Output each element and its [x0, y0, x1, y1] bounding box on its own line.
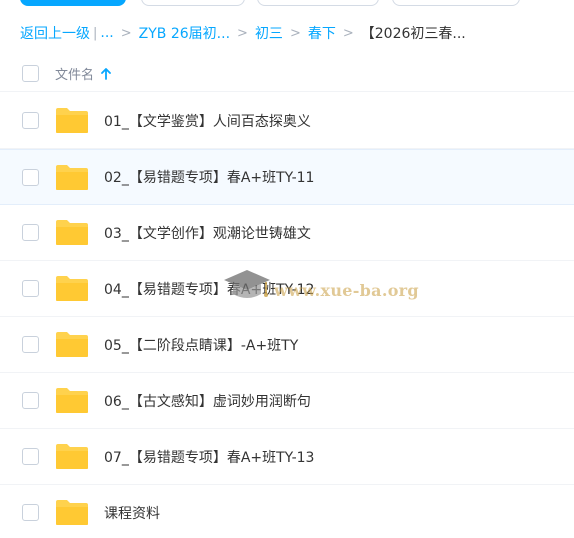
file-name[interactable]: 07_【易错题专项】春A+班TY-13: [104, 447, 314, 467]
breadcrumb-separator: >: [289, 25, 301, 41]
row-checkbox[interactable]: [22, 112, 39, 129]
file-name[interactable]: 05_【二阶段点睛课】-A+班TY: [104, 335, 298, 355]
file-list-header: 文件名: [0, 56, 574, 92]
folder-icon: [56, 108, 88, 133]
folder-icon: [56, 332, 88, 357]
toolbar: [0, 0, 574, 8]
row-checkbox[interactable]: [22, 280, 39, 297]
file-name[interactable]: 02_【易错题专项】春A+班TY-11: [104, 167, 314, 187]
folder-icon: [56, 444, 88, 469]
row-checkbox[interactable]: [22, 504, 39, 521]
folder-icon: [56, 276, 88, 301]
list-item[interactable]: 06_【古文感知】虚词妙用润断句: [0, 373, 574, 429]
file-list: 01_【文学鉴赏】人间百态探奥义 02_【易错题专项】春A+班TY-11 03_…: [0, 93, 574, 538]
folder-icon: [56, 500, 88, 525]
list-item[interactable]: 04_【易错题专项】春A+班TY-12: [0, 261, 574, 317]
breadcrumb-separator: >: [237, 25, 248, 41]
list-item[interactable]: 03_【文学创作】观潮论世铸雄文: [0, 205, 574, 261]
breadcrumb-ellipsis[interactable]: ...: [100, 25, 113, 41]
folder-icon: [56, 164, 88, 190]
breadcrumb: 返回上一级 | ... > ZYB 26届初... > 初三 > 春下 > 【2…: [20, 22, 466, 44]
row-checkbox[interactable]: [22, 448, 39, 465]
list-item[interactable]: 05_【二阶段点睛课】-A+班TY: [0, 317, 574, 373]
toolbar-button-2[interactable]: [141, 0, 245, 6]
file-name[interactable]: 01_【文学鉴赏】人间百态探奥义: [104, 111, 311, 131]
breadcrumb-separator: >: [342, 25, 354, 41]
file-name[interactable]: 课程资料: [104, 503, 160, 523]
breadcrumb-item[interactable]: ZYB 26届初...: [139, 23, 230, 43]
primary-toolbar-button[interactable]: [20, 0, 126, 6]
sort-ascending-icon: [101, 67, 111, 80]
row-checkbox[interactable]: [22, 336, 39, 353]
list-item[interactable]: 07_【易错题专项】春A+班TY-13: [0, 429, 574, 485]
folder-icon: [56, 220, 88, 245]
select-all-checkbox[interactable]: [22, 65, 39, 82]
file-name[interactable]: 03_【文学创作】观潮论世铸雄文: [104, 223, 311, 243]
file-name[interactable]: 06_【古文感知】虚词妙用润断句: [104, 391, 311, 411]
row-checkbox[interactable]: [22, 392, 39, 409]
row-checkbox[interactable]: [22, 168, 39, 186]
breadcrumb-current: 【2026初三春...: [360, 26, 466, 42]
list-item[interactable]: 课程资料: [0, 485, 574, 538]
toolbar-button-3[interactable]: [257, 0, 379, 6]
toolbar-button-4[interactable]: [392, 0, 520, 6]
breadcrumb-separator: >: [120, 25, 132, 41]
row-checkbox[interactable]: [22, 224, 39, 241]
file-name[interactable]: 04_【易错题专项】春A+班TY-12: [104, 279, 314, 299]
breadcrumb-separator: |: [93, 25, 98, 41]
back-link[interactable]: 返回上一级: [20, 23, 90, 43]
list-item[interactable]: 01_【文学鉴赏】人间百态探奥义: [0, 93, 574, 149]
breadcrumb-item[interactable]: 春下: [308, 23, 336, 43]
list-item[interactable]: 02_【易错题专项】春A+班TY-11: [0, 149, 574, 205]
column-header-name[interactable]: 文件名: [55, 64, 111, 83]
breadcrumb-item[interactable]: 初三: [255, 23, 283, 43]
folder-icon: [56, 388, 88, 413]
column-header-name-label: 文件名: [55, 68, 95, 83]
